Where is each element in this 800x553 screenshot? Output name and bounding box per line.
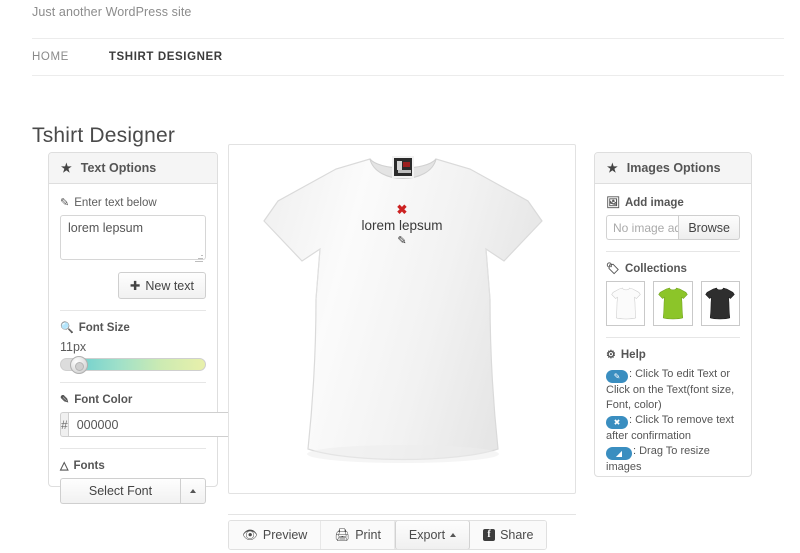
shirt-brand-label xyxy=(392,156,414,178)
picture-icon: 🖼 xyxy=(606,197,620,209)
divider xyxy=(60,382,206,383)
help-item-resize: ◢: Drag To resize images xyxy=(606,445,710,473)
star-icon: ★ xyxy=(61,161,72,175)
tshirt-thumb-icon xyxy=(658,287,688,319)
images-options-panel: ★ Images Options 🖼 Add image No image ad… xyxy=(594,152,752,477)
select-font-split-button: Select Font xyxy=(60,478,206,504)
eyedropper-icon: ✎ xyxy=(60,394,70,406)
delete-text-icon[interactable]: ✖ xyxy=(397,203,408,216)
tshirt-graphic xyxy=(263,158,543,463)
divider xyxy=(60,448,206,449)
pencil-square-icon: ✎ xyxy=(606,370,628,383)
share-button[interactable]: f Share xyxy=(470,521,547,549)
tag-icon: 🏷 xyxy=(606,263,620,275)
collections-list xyxy=(606,281,740,326)
toolbar-separator xyxy=(228,514,576,515)
help-item-edit: ✎: Click To edit Text or Click on the Te… xyxy=(606,368,735,411)
text-input[interactable] xyxy=(60,215,206,260)
help-label: ⚙ Help xyxy=(606,348,646,362)
x-close-icon: ✖ xyxy=(606,416,628,429)
site-tagline: Just another WordPress site xyxy=(32,5,192,19)
collection-black-tshirt[interactable] xyxy=(700,281,740,326)
collection-white-tshirt[interactable] xyxy=(606,281,646,326)
tshirt-canvas[interactable]: ✖ lorem lepsum ✎ xyxy=(228,144,576,494)
add-image-field: No image added... Browse xyxy=(606,215,740,240)
plus-icon: ✚ xyxy=(129,279,141,293)
star-icon: ★ xyxy=(607,161,618,175)
new-text-button[interactable]: ✚ New text xyxy=(117,272,206,299)
images-options-header: ★ Images Options xyxy=(595,153,751,184)
text-options-title: Text Options xyxy=(80,161,157,175)
collection-green-tshirt[interactable] xyxy=(653,281,693,326)
font-color-label: ✎ Font Color xyxy=(60,393,133,407)
collections-label: 🏷 Collections xyxy=(606,262,687,276)
gear-icon: ⚙ xyxy=(606,349,616,361)
chevron-up-icon xyxy=(190,489,196,493)
tshirt-thumb-icon xyxy=(611,287,641,319)
pencil-square-icon: ✎ xyxy=(60,197,70,209)
preview-button[interactable]: 👁 Preview xyxy=(229,521,322,549)
divider xyxy=(606,337,740,338)
add-image-label: 🖼 Add image xyxy=(606,196,684,210)
select-font-button[interactable]: Select Font xyxy=(60,478,180,504)
select-font-toggle[interactable] xyxy=(180,478,206,504)
font-size-value: 11px xyxy=(60,340,87,354)
action-toolbar: 👁 Preview 🖨 Print Export f Share xyxy=(228,520,548,550)
font-size-slider[interactable] xyxy=(60,356,206,374)
text-options-header: ★ Text Options xyxy=(49,153,217,184)
printer-icon: 🖨 xyxy=(334,527,351,542)
font-size-slider-handle[interactable] xyxy=(69,356,88,374)
fonts-label: △ Fonts xyxy=(60,459,105,473)
font-size-label: 🔍 Font Size xyxy=(60,321,130,335)
enter-text-label: ✎ Enter text below xyxy=(60,196,157,210)
design-text[interactable]: lorem lepsum xyxy=(361,217,442,234)
eye-icon: 👁 xyxy=(242,527,258,542)
browse-button[interactable]: Browse xyxy=(678,215,740,240)
edit-text-icon[interactable]: ✎ xyxy=(397,235,406,247)
font-color-input-group: # xyxy=(60,412,282,437)
tshirt-image xyxy=(229,145,575,493)
hash-prefix: # xyxy=(60,412,68,437)
text-input-wrapper xyxy=(60,215,206,265)
export-button[interactable]: Export xyxy=(394,521,471,549)
nav-item-tshirt-designer[interactable]: TSHIRT DESIGNER xyxy=(109,51,223,63)
magnifier-icon: 🔍 xyxy=(60,322,74,334)
divider xyxy=(60,310,206,311)
design-text-group[interactable]: ✖ lorem lepsum ✎ xyxy=(229,203,575,247)
help-item-remove: ✖: Click To remove text after confirmati… xyxy=(606,414,734,442)
facebook-icon: f xyxy=(483,529,496,541)
images-options-title: Images Options xyxy=(626,161,721,175)
text-options-panel: ★ Text Options ✎ Enter text below ✚ New … xyxy=(48,152,282,504)
page-title: Tshirt Designer xyxy=(32,124,176,148)
app-page: Just another WordPress site HOME TSHIRT … xyxy=(0,0,800,553)
chevron-up-icon xyxy=(450,533,457,537)
nav-item-home[interactable]: HOME xyxy=(32,51,69,63)
print-button[interactable]: 🖨 Print xyxy=(321,521,395,549)
divider xyxy=(606,251,740,252)
font-icon: △ xyxy=(60,460,69,472)
resize-handle-icon: ◢ xyxy=(606,447,632,460)
font-color-input[interactable] xyxy=(67,412,246,437)
tshirt-thumb-icon xyxy=(705,287,735,319)
file-name-display: No image added... xyxy=(606,215,679,240)
main-navigation: HOME TSHIRT DESIGNER xyxy=(32,38,784,76)
